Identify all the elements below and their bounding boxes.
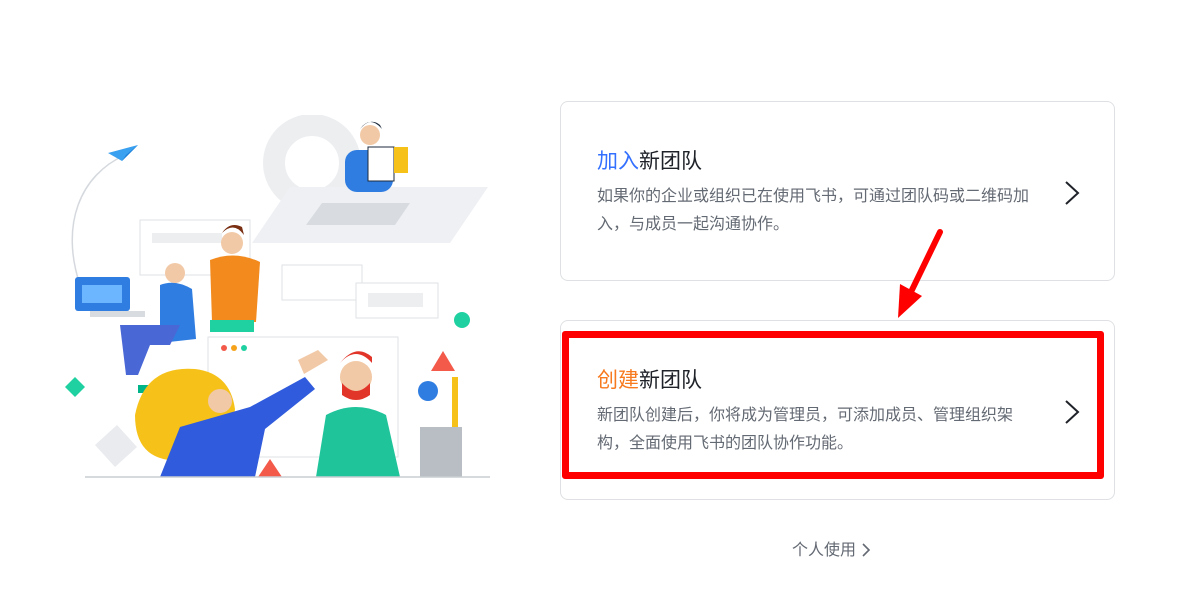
chevron-right-icon [1065,400,1080,424]
join-team-description: 如果你的企业或组织已在使用飞书，可通过团队码或二维码加入，与成员一起沟通协作。 [597,186,1030,233]
create-team-title: 创建新团队 [597,366,702,394]
personal-use-label: 个人使用 [792,540,857,559]
create-team-card[interactable]: 创建新团队 新团队创建后，你将成为管理员，可添加成员、管理组织架构，全面使用飞书… [560,320,1115,500]
create-title-accent: 创建 [597,368,639,392]
create-team-description: 新团队创建后，你将成为管理员，可添加成员、管理组织架构，全面使用飞书的团队协作功… [597,405,1014,452]
join-title-accent: 加入 [597,149,639,173]
paper-plane-icon [108,145,138,161]
join-team-card[interactable]: 加入新团队 如果你的企业或组织已在使用飞书，可通过团队码或二维码加入，与成员一起… [560,101,1115,281]
team-illustration [60,114,500,495]
personal-use-link[interactable]: 个人使用 [792,538,871,562]
join-title-rest: 新团队 [639,149,702,173]
chevron-right-icon [862,543,871,557]
create-title-rest: 新团队 [639,368,702,392]
join-team-title: 加入新团队 [597,147,702,175]
chevron-right-icon [1065,181,1080,205]
